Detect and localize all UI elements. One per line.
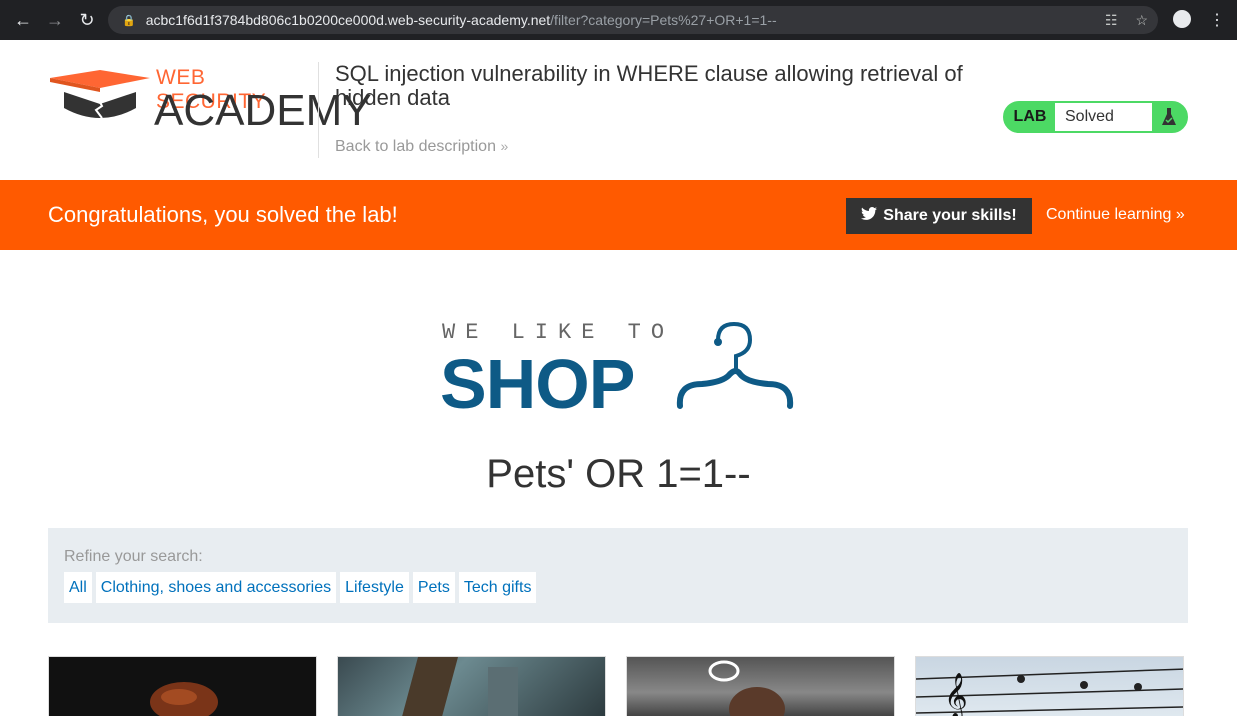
double-chevron-icon: » (500, 138, 509, 154)
forward-arrow-icon[interactable]: → (46, 11, 64, 29)
congratulations-message: Congratulations, you solved the lab! (48, 202, 398, 227)
filter-pets[interactable]: Pets (412, 572, 455, 603)
category-filter-list: All Clothing, shoes and accessories Life… (64, 572, 537, 603)
product-image[interactable] (626, 656, 895, 716)
filter-label: Refine your search: (64, 548, 203, 565)
filter-panel: Refine your search: All Clothing, shoes … (48, 528, 1188, 623)
back-arrow-icon[interactable]: ← (14, 11, 32, 29)
flask-icon (1152, 103, 1186, 131)
reload-icon[interactable]: ↻ (78, 11, 96, 29)
lab-status-widget: LAB Solved (1003, 101, 1188, 133)
share-label: Share your skills! (883, 207, 1017, 224)
translate-icon[interactable]: ☷ (1105, 12, 1118, 29)
solved-banner: Congratulations, you solved the lab! Sha… (0, 180, 1237, 250)
hanger-icon (676, 322, 794, 409)
continue-label: Continue learning (1046, 206, 1172, 223)
share-skills-button[interactable]: Share your skills! (846, 198, 1032, 234)
twitter-icon (861, 206, 878, 226)
browser-toolbar: ← → ↻ 🔒 acbc1f6d1f3784bd806c1b0200ce000d… (0, 0, 1237, 40)
menu-kebab-icon[interactable]: ⋮ (1209, 10, 1225, 30)
back-link-label: Back to lab description (335, 138, 496, 155)
academy-header: WEB SECURITY ACADEMY SQL injection vulne… (0, 40, 1237, 180)
product-image[interactable] (337, 656, 606, 716)
back-to-lab-link[interactable]: Back to lab description » (335, 138, 508, 156)
product-image[interactable] (48, 656, 317, 716)
continue-learning-link[interactable]: Continue learning » (1046, 206, 1185, 224)
lab-status-text: Solved (1055, 103, 1152, 131)
filter-clothing[interactable]: Clothing, shoes and accessories (95, 572, 337, 603)
category-title: Pets' OR 1=1-- (486, 452, 751, 496)
product-grid: 𝄞 (48, 656, 1184, 716)
header-divider (318, 62, 319, 158)
profile-icon[interactable] (1173, 10, 1191, 28)
svg-text:𝄞: 𝄞 (944, 673, 968, 716)
filter-tech-gifts[interactable]: Tech gifts (458, 572, 537, 603)
lab-badge: LAB (1013, 108, 1047, 125)
shop-tagline: WE LIKE TO (442, 320, 675, 345)
lab-title: SQL injection vulnerability in WHERE cla… (335, 61, 963, 110)
address-bar[interactable]: 🔒 acbc1f6d1f3784bd806c1b0200ce000d.web-s… (108, 6, 1158, 34)
graduation-cap-icon (50, 70, 150, 119)
shop-name: SHOP (440, 345, 635, 423)
star-icon[interactable]: ☆ (1135, 12, 1148, 29)
double-chevron-icon: » (1175, 206, 1185, 223)
product-image[interactable]: 𝄞 (915, 656, 1184, 716)
url-text: acbc1f6d1f3784bd806c1b0200ce000d.web-sec… (145, 12, 777, 28)
filter-lifestyle[interactable]: Lifestyle (340, 572, 409, 603)
filter-all[interactable]: All (64, 572, 92, 603)
lock-icon: 🔒 (122, 14, 136, 27)
academy-logo[interactable]: WEB SECURITY ACADEMY (50, 62, 372, 172)
shop-logo[interactable]: WE LIKE TO SHOP (440, 318, 802, 423)
